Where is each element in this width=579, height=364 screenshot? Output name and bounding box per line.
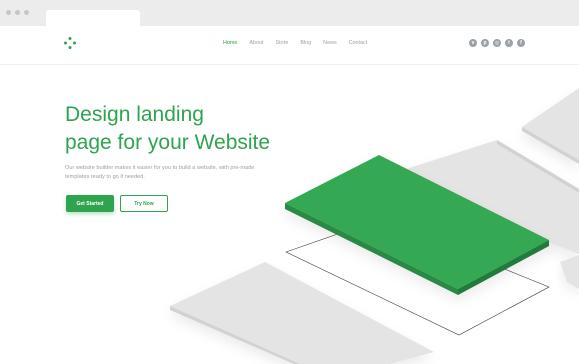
hero-title-line-2: page for your Website — [65, 131, 271, 154]
grey-card-top-right — [522, 88, 579, 164]
hero-subtitle: Our website builder makes it easier for … — [65, 165, 255, 180]
get-started-button[interactable]: Get Started — [66, 195, 114, 212]
isometric-illustration — [170, 88, 579, 364]
grey-card-bottom-right — [560, 255, 579, 289]
hero-title-line-1: Design landing — [65, 103, 204, 126]
try-now-button[interactable]: Try Now — [120, 195, 168, 212]
browser-window: Home About Store Blog News Contact v p ◎… — [0, 0, 579, 364]
grey-card-bottom-left — [170, 262, 434, 364]
hero-title: Design landing page for your Website — [65, 101, 305, 157]
